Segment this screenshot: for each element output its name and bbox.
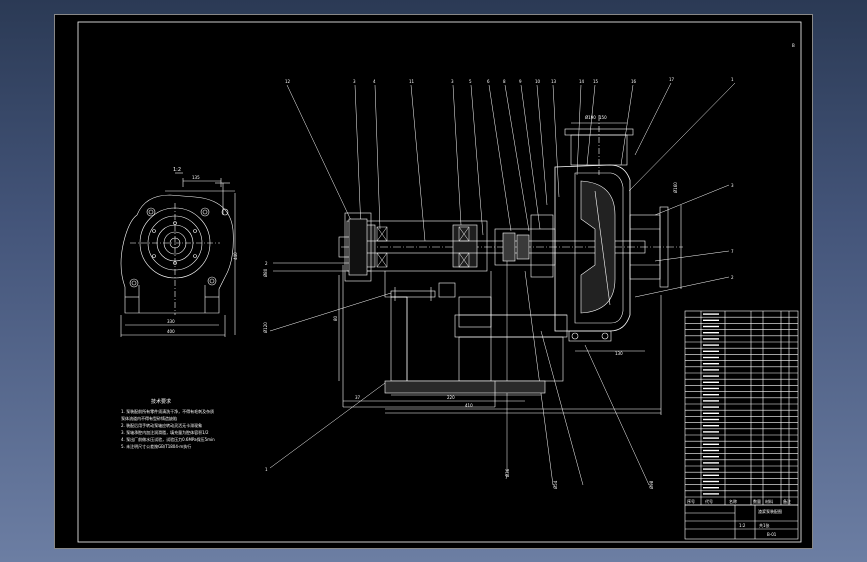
balloon-leaders: [269, 82, 736, 486]
title-block: 渣浆泵装配图 1:2 共1张 B-01: [684, 504, 799, 540]
balloon-1: 1: [731, 77, 734, 82]
balloon-16: 16: [631, 79, 637, 84]
title-drawing-no: B-01: [767, 532, 777, 537]
parts-header-code: 代号: [705, 498, 713, 504]
assembly-drawing: B 1:2 135 440 330 400 12 3 4 11 3 5 6 8 …: [77, 21, 802, 543]
title-sheet: 共1张: [759, 522, 770, 528]
parts-header-name: 名称: [729, 498, 737, 504]
balloon-10: 10: [535, 79, 541, 84]
title-name: 渣浆泵装配图: [758, 508, 782, 514]
dim-130: 130: [615, 351, 623, 356]
side-dim-2: 440: [233, 252, 238, 260]
parts-header-material: 材料: [765, 498, 773, 504]
balloon-14: 14: [579, 79, 585, 84]
balloon-3a: 3: [353, 79, 356, 84]
dim-220: 220: [447, 395, 455, 400]
notes-title: 技术要求: [151, 398, 171, 405]
parts-header-qty: 数量: [753, 498, 761, 504]
balloon-4: 4: [373, 79, 376, 84]
balloon-11: 11: [409, 79, 415, 84]
note-line-1: 1. 泵装配前所有零件须清洗干净，不得有毛刺及杂质: [121, 408, 214, 414]
corner-mark: B: [792, 43, 795, 48]
technical-notes: 技术要求 1. 泵装配前所有零件须清洗干净，不得有毛刺及杂质 泵体流道内不得有型…: [121, 398, 215, 449]
section-view: 12 3 4 11 3 5 6 8 9 10 13 14 15 16 17 1 …: [263, 77, 736, 489]
dim-80: 80: [333, 315, 338, 321]
balloon-3b: 3: [451, 79, 454, 84]
balloon-6: 6: [487, 79, 490, 84]
dim-d36: Ø36: [505, 468, 510, 477]
balloon-13: 13: [551, 79, 557, 84]
parts-header: 序号 代号 名称 数量 材料 备注: [687, 498, 791, 504]
balloon-5: 5: [469, 79, 472, 84]
drawing-sheet: B 1:2 135 440 330 400 12 3 4 11 3 5 6 8 …: [54, 14, 813, 549]
balloon-2a: 2: [731, 275, 734, 280]
side-dim-1: 135: [192, 175, 200, 180]
parts-header-remark: 备注: [783, 498, 791, 504]
dim-410: 410: [465, 403, 473, 408]
parts-list: 序号 代号 名称 数量 材料 备注: [684, 310, 799, 506]
side-dim-4: 400: [167, 329, 175, 334]
dim-d80: Ø80: [263, 268, 268, 277]
dim-d54: Ø54: [553, 480, 558, 489]
note-line-4: 3. 泵轴承腔内加注润滑脂，填充量为腔体容积1/2: [121, 429, 209, 435]
title-scale: 1:2: [739, 523, 746, 528]
side-dim-3: 330: [167, 319, 175, 324]
inlet-dim: Ø160: [673, 182, 678, 193]
note-line-2: 泵体流道内不得有型砂铸造缺陷: [121, 415, 177, 421]
outlet-dim: Ø190: [585, 115, 596, 120]
drawing-frame: [77, 21, 802, 543]
balloon-3c: 3: [731, 183, 734, 188]
balloon-9: 9: [519, 79, 522, 84]
balloon-2b: 2: [265, 261, 268, 266]
balloon-1b: 1: [265, 467, 268, 472]
side-view: 1:2 135 440 330 400: [120, 167, 238, 337]
balloon-17: 17: [669, 77, 675, 82]
balloon-8: 8: [503, 79, 506, 84]
balloon-7a: 7: [731, 249, 734, 254]
note-line-5: 4. 泵出厂前做水压试验，试验压力0.6MPa保压5min: [121, 436, 215, 442]
side-view-label: 1:2: [173, 167, 181, 173]
note-line-6: 5. 未注明尺寸公差按GB/T1804-m执行: [121, 443, 191, 449]
dim-d98: Ø98: [649, 480, 654, 489]
note-line-3: 2. 装配后用手转动泵轴应转动灵活无卡滞现象: [121, 422, 202, 428]
dim-150: 150: [599, 115, 607, 120]
dim-d120: Ø120: [263, 322, 268, 333]
dim-37: 37: [355, 395, 361, 400]
parts-header-no: 序号: [687, 498, 695, 504]
balloon-15: 15: [593, 79, 599, 84]
balloon-12: 12: [285, 79, 291, 84]
